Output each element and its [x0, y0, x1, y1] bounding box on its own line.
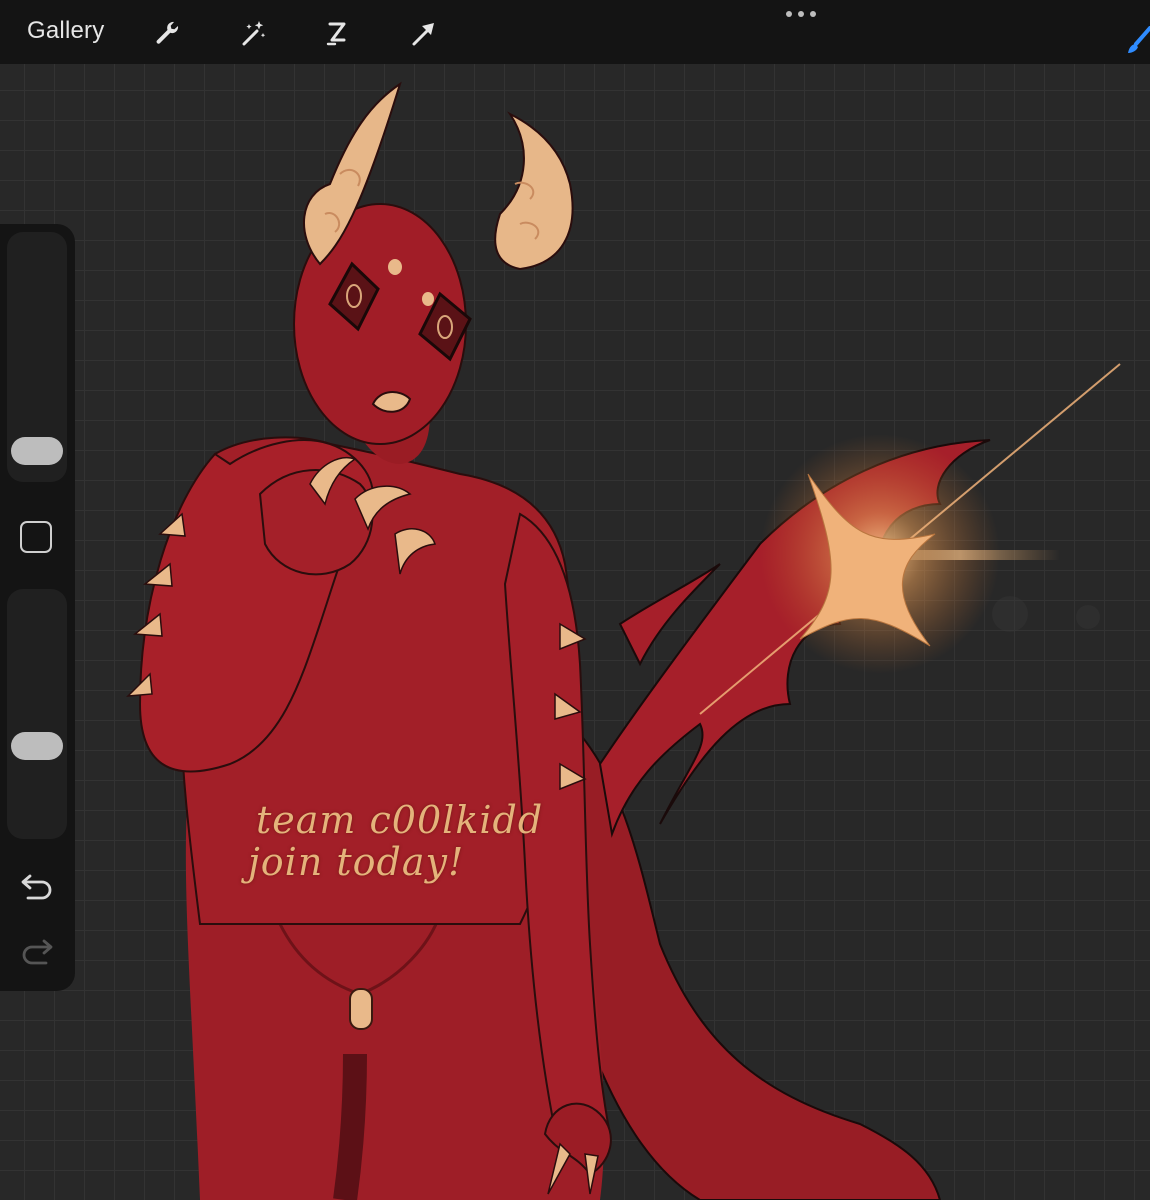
brush-size-thumb[interactable]: [11, 437, 63, 465]
square-modify-button[interactable]: [20, 521, 52, 553]
caption-line-2: join today!: [248, 840, 465, 884]
caption-line-1: team c00lkidd: [256, 798, 544, 842]
transform-arrow-icon[interactable]: [408, 18, 438, 48]
brush-size-slider[interactable]: [7, 232, 67, 482]
left-sidebar: [0, 224, 75, 991]
character-artwork: [126, 81, 1121, 1200]
drawing-canvas[interactable]: team c00lkidd join today!: [0, 64, 1150, 1200]
opacity-slider[interactable]: [7, 589, 67, 839]
undo-icon[interactable]: [20, 874, 54, 902]
brush-icon[interactable]: [1126, 26, 1150, 56]
top-toolbar: Gallery: [0, 0, 1150, 64]
wrench-icon[interactable]: [152, 18, 182, 48]
redo-icon[interactable]: [20, 939, 54, 967]
magic-wand-icon[interactable]: [238, 18, 268, 48]
opacity-thumb[interactable]: [11, 732, 63, 760]
body-patch: [349, 988, 373, 1030]
gallery-button[interactable]: Gallery: [27, 17, 104, 45]
more-dots-icon[interactable]: [784, 6, 818, 22]
selection-s-icon[interactable]: [322, 18, 352, 48]
